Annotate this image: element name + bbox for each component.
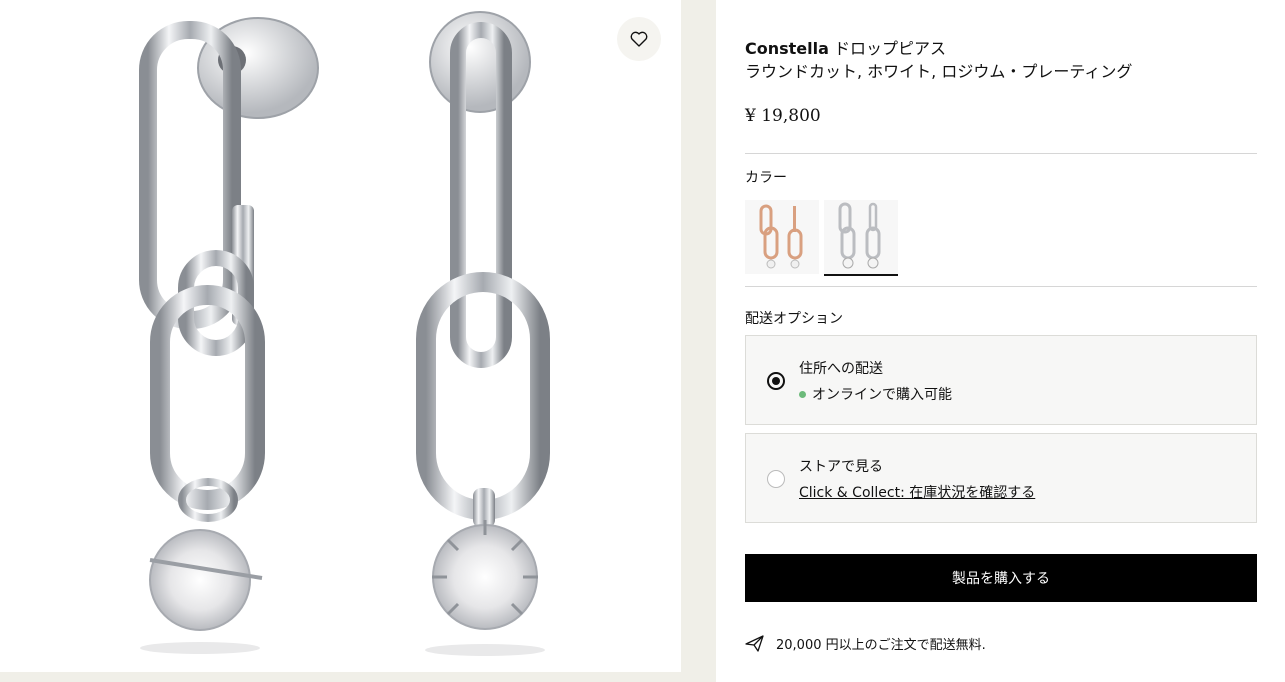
delivery-option-store[interactable]: ストアで見る Click & Collect: 在庫状況を確認する xyxy=(745,433,1257,523)
brand-name: Constella xyxy=(745,39,829,58)
rhodium-thumbnail xyxy=(838,202,881,269)
availability-text: オンラインで購入可能 xyxy=(812,387,952,403)
color-label: カラー xyxy=(745,170,787,186)
heart-icon xyxy=(630,31,648,47)
product-image[interactable] xyxy=(0,0,681,672)
delivery-option-home[interactable]: 住所への配送 オンラインで購入可能 xyxy=(745,335,1257,425)
rose-gold-thumbnail xyxy=(759,204,803,269)
product-subtitle: ラウンドカット, ホワイト, ロジウム・プレーティング xyxy=(745,62,1133,81)
product-details: Constella ドロップピアス ラウンドカット, ホワイト, ロジウム・プレ… xyxy=(745,0,1257,682)
product-price: ¥ 19,800 xyxy=(745,106,821,126)
click-collect-link[interactable]: Click & Collect: 在庫状況を確認する xyxy=(799,482,1035,502)
wishlist-button[interactable] xyxy=(617,17,661,61)
store-option-title: ストアで見る xyxy=(799,459,883,475)
swatch-rose-gold[interactable] xyxy=(745,200,819,274)
divider xyxy=(745,286,1257,287)
home-delivery-title: 住所への配送 xyxy=(799,361,883,377)
shipping-note-text: 20,000 円以上のご注文で配送無料. xyxy=(776,638,986,653)
availability-status: オンラインで購入可能 xyxy=(799,384,952,404)
radio-store-pickup[interactable] xyxy=(767,470,785,488)
divider xyxy=(745,153,1257,154)
earrings-illustration xyxy=(139,11,550,656)
buy-button[interactable]: 製品を購入する xyxy=(745,554,1257,602)
product-title: Constella ドロップピアス ラウンドカット, ホワイト, ロジウム・プレ… xyxy=(745,37,1257,83)
delivery-label: 配送オプション xyxy=(745,311,843,327)
shipping-note: 20,000 円以上のご注文で配送無料. xyxy=(745,634,986,653)
status-dot-icon xyxy=(799,390,806,398)
product-gallery xyxy=(0,0,716,682)
product-type: ドロップピアス xyxy=(834,39,947,58)
radio-home-delivery[interactable] xyxy=(767,372,785,390)
swatch-rhodium[interactable] xyxy=(824,200,898,276)
paper-plane-icon xyxy=(745,635,764,652)
